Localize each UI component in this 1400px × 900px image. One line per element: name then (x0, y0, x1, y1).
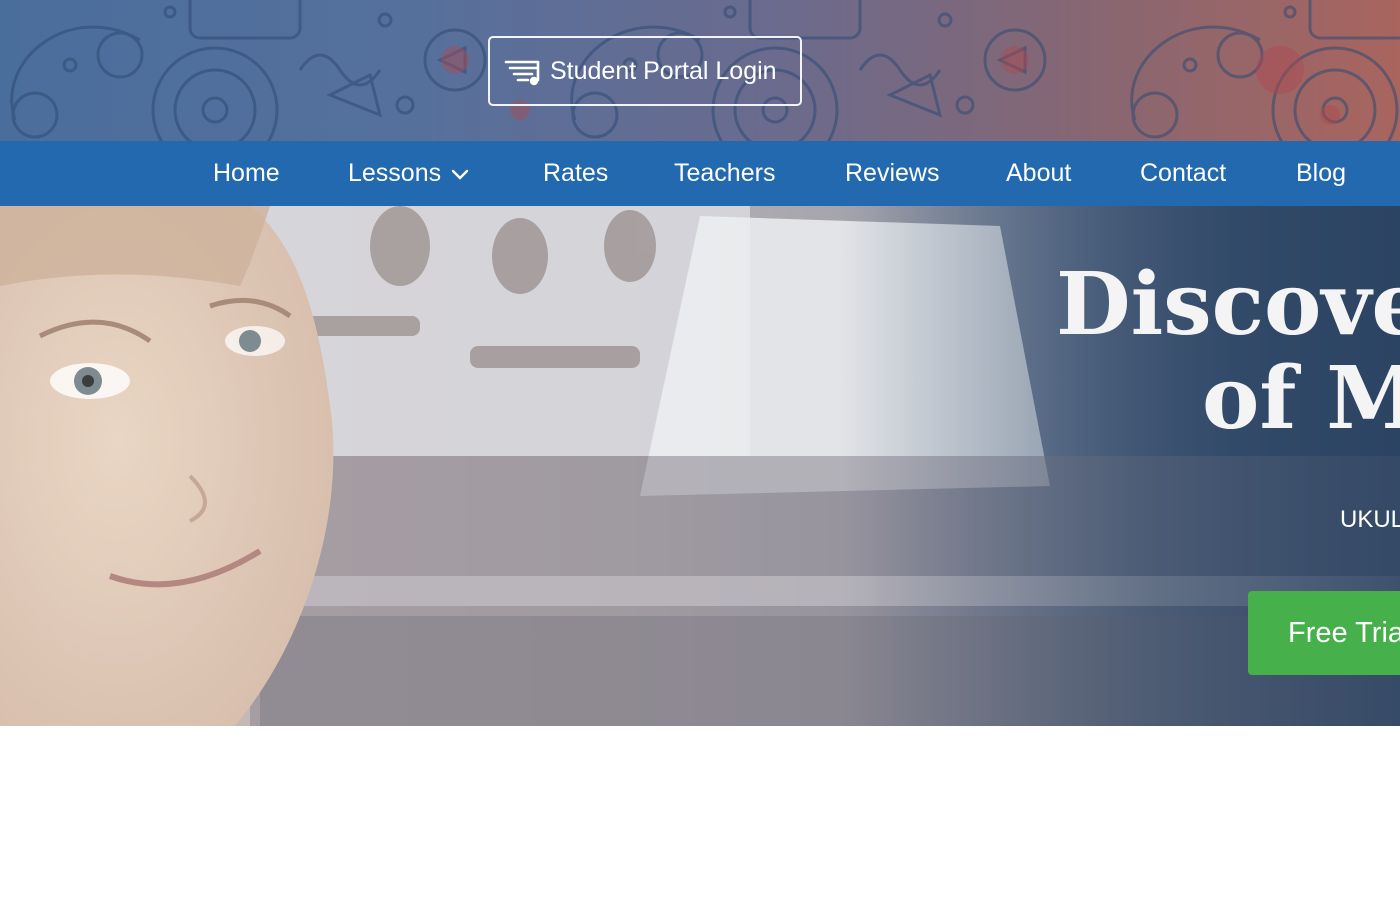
nav-item-label: Teachers (674, 159, 776, 187)
nav-item-contact[interactable]: Contact (1140, 141, 1226, 206)
hero-title-line1: Discover (1056, 254, 1400, 355)
free-trial-button[interactable]: Free Tria (1248, 591, 1400, 675)
main-nav: Home Lessons Rates Teachers Reviews Abou… (0, 141, 1400, 206)
nav-item-label: Home (213, 159, 280, 187)
nav-item-rates[interactable]: Rates (543, 141, 608, 206)
nav-item-about[interactable]: About (1006, 141, 1071, 206)
nav-item-lessons[interactable]: Lessons (348, 141, 469, 206)
free-trial-label: Free Tria (1288, 616, 1400, 649)
hero-subtitle: UKUL (1340, 506, 1400, 533)
nav-item-label: Lessons (348, 159, 442, 187)
nav-item-reviews[interactable]: Reviews (845, 141, 939, 206)
nav-item-label: Blog (1296, 159, 1347, 187)
nav-item-label: About (1006, 159, 1072, 187)
top-banner: Student Portal Login (0, 0, 1400, 141)
nav-item-teachers[interactable]: Teachers (674, 141, 775, 206)
hero-title-line2: of M (1202, 348, 1400, 449)
nav-item-label: Reviews (845, 159, 940, 187)
nav-item-home[interactable]: Home (213, 141, 280, 206)
lines-music-note-icon (504, 56, 544, 86)
nav-item-label: Rates (543, 159, 609, 187)
hero-section: Discover of M UKUL Free Tria (0, 206, 1400, 726)
nav-item-label: Contact (1140, 159, 1227, 187)
chevron-down-icon (451, 168, 469, 180)
hero-title: Discover of M (1056, 258, 1400, 446)
student-portal-login-label: Student Portal Login (550, 56, 777, 85)
student-portal-login-button[interactable]: Student Portal Login (488, 36, 802, 106)
nav-item-blog[interactable]: Blog (1296, 141, 1346, 206)
